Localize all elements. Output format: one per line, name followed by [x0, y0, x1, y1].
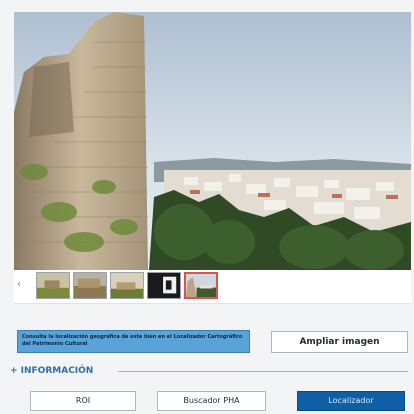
- thumbnail-3[interactable]: [110, 272, 144, 299]
- main-photo[interactable]: [14, 12, 411, 270]
- chevron-left-icon[interactable]: ‹: [17, 279, 21, 291]
- thumbnail-strip: ‹: [14, 270, 411, 304]
- thumbnail-5-active[interactable]: [184, 272, 218, 299]
- section-divider: [118, 371, 408, 372]
- thumbnail-list: [36, 272, 218, 299]
- buscador-pha-button[interactable]: Buscador PHA: [157, 391, 266, 411]
- localizador-button[interactable]: Localizador: [297, 391, 405, 411]
- thumbnail-1[interactable]: [36, 272, 70, 299]
- thumbnail-4[interactable]: [147, 272, 181, 299]
- castle-photo: [14, 12, 411, 270]
- section-header-informacion[interactable]: + INFORMACIÓN: [10, 364, 410, 378]
- locator-info-link[interactable]: Consulta la localización geográfica de e…: [17, 330, 250, 353]
- roi-button[interactable]: ROI: [30, 391, 136, 411]
- enlarge-image-button[interactable]: Ampliar imagen: [271, 331, 408, 353]
- section-title[interactable]: + INFORMACIÓN: [10, 364, 93, 378]
- thumbnail-2[interactable]: [73, 272, 107, 299]
